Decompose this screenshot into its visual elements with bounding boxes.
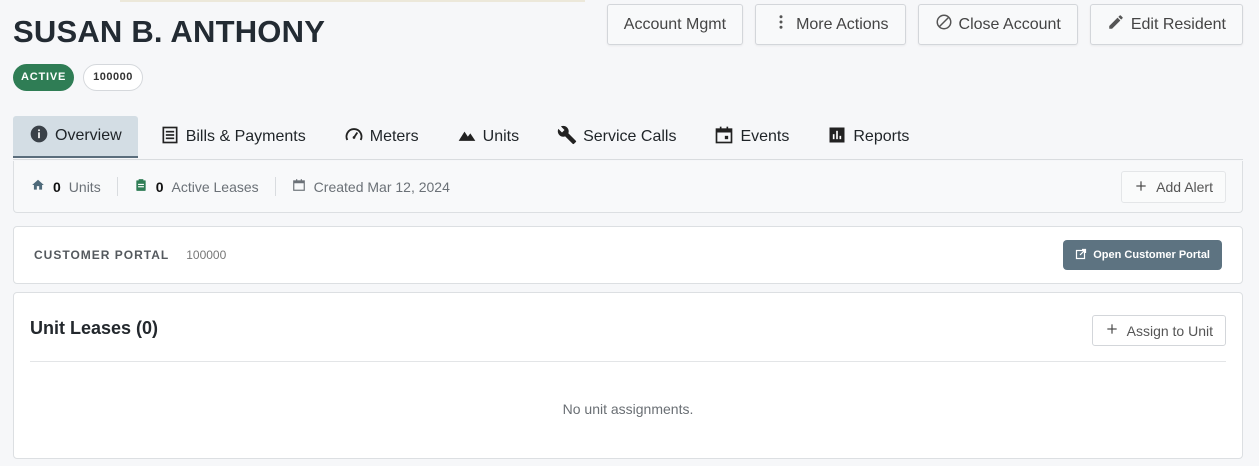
tab-meters[interactable]: Meters <box>328 116 435 158</box>
portal-id: 100000 <box>186 248 227 262</box>
external-link-icon <box>1075 248 1087 263</box>
created-date: Created Mar 12, 2024 <box>313 178 450 195</box>
stat-separator <box>274 177 276 196</box>
leases-title: Unit Leases (0) <box>30 318 159 338</box>
gauge-icon <box>344 125 364 150</box>
close-account-button[interactable]: Close Account <box>917 4 1078 45</box>
open-portal-label: Open Customer Portal <box>1093 249 1210 261</box>
tab-reports[interactable]: Reports <box>811 116 925 158</box>
info-icon <box>29 124 49 149</box>
more-actions-button[interactable]: More Actions <box>755 4 906 45</box>
customer-portal-card: CUSTOMER PORTAL 100000 Open Customer Por… <box>13 226 1243 284</box>
more-vert-icon <box>772 13 790 36</box>
units-stat: 0 Units <box>31 178 101 195</box>
add-alert-label: Add Alert <box>1156 179 1213 195</box>
more-actions-label: More Actions <box>796 15 889 33</box>
close-account-label: Close Account <box>958 15 1061 33</box>
header-actions: Account Mgmt More Actions Close Account … <box>606 4 1243 45</box>
block-icon <box>935 13 953 36</box>
tab-label: Overview <box>55 127 122 144</box>
top-accent-line <box>120 0 585 2</box>
tab-label: Events <box>740 128 790 145</box>
tab-label: Bills & Payments <box>185 128 306 145</box>
tab-events[interactable]: Events <box>698 116 805 158</box>
empty-state-message: No unit assignments. <box>562 401 694 417</box>
tab-service-calls[interactable]: Service Calls <box>541 116 692 158</box>
tab-label: Meters <box>369 128 419 145</box>
leases-stat: 0 Active Leases <box>134 178 259 195</box>
leases-count: 0 <box>155 178 164 195</box>
clipboard-icon <box>134 178 148 195</box>
edit-resident-label: Edit Resident <box>1130 15 1226 33</box>
pencil-icon <box>1107 13 1125 36</box>
stats-bar: 0 Units 0 Active Leases Created Mar 12, … <box>13 161 1243 213</box>
account-mgmt-label: Account Mgmt <box>623 15 727 33</box>
tab-bar: Overview Bills & Payments Meters Units S… <box>13 116 931 158</box>
tab-overview[interactable]: Overview <box>13 116 138 158</box>
page-title: SUSAN B. ANTHONY <box>13 14 326 49</box>
tab-label: Units <box>482 128 520 145</box>
calendar-icon <box>292 178 306 195</box>
plus-icon <box>1105 322 1119 339</box>
wrench-icon <box>557 125 577 150</box>
assign-label: Assign to Unit <box>1126 322 1213 339</box>
tabs-divider <box>13 159 1243 160</box>
leases-label: Active Leases <box>171 178 259 195</box>
add-alert-button[interactable]: Add Alert <box>1121 171 1226 203</box>
units-count: 0 <box>53 178 61 195</box>
unit-leases-card: Unit Leases (0) Assign to Unit No unit a… <box>13 292 1243 459</box>
home-icon <box>31 178 45 195</box>
tab-bills-payments[interactable]: Bills & Payments <box>144 116 322 158</box>
bar-chart-icon <box>827 125 847 150</box>
edit-resident-button[interactable]: Edit Resident <box>1089 4 1243 45</box>
tab-label: Service Calls <box>583 128 677 145</box>
tab-units[interactable]: Units <box>441 116 535 158</box>
assign-to-unit-button[interactable]: Assign to Unit <box>1091 315 1226 346</box>
calendar-icon <box>714 125 734 150</box>
created-stat: Created Mar 12, 2024 <box>292 178 450 195</box>
receipt-icon <box>160 125 180 150</box>
leases-divider <box>30 361 1226 362</box>
account-id-badge: 100000 <box>83 64 143 91</box>
units-label: Units <box>68 178 101 195</box>
open-customer-portal-button[interactable]: Open Customer Portal <box>1063 240 1222 270</box>
tab-label: Reports <box>853 128 910 145</box>
portal-label: CUSTOMER PORTAL <box>34 248 170 262</box>
terrain-icon <box>457 125 477 150</box>
plus-icon <box>1134 179 1148 196</box>
stat-separator <box>116 177 118 196</box>
status-badge: ACTIVE <box>13 64 75 91</box>
badge-row: ACTIVE 100000 <box>13 64 143 91</box>
account-mgmt-button[interactable]: Account Mgmt <box>606 4 744 45</box>
